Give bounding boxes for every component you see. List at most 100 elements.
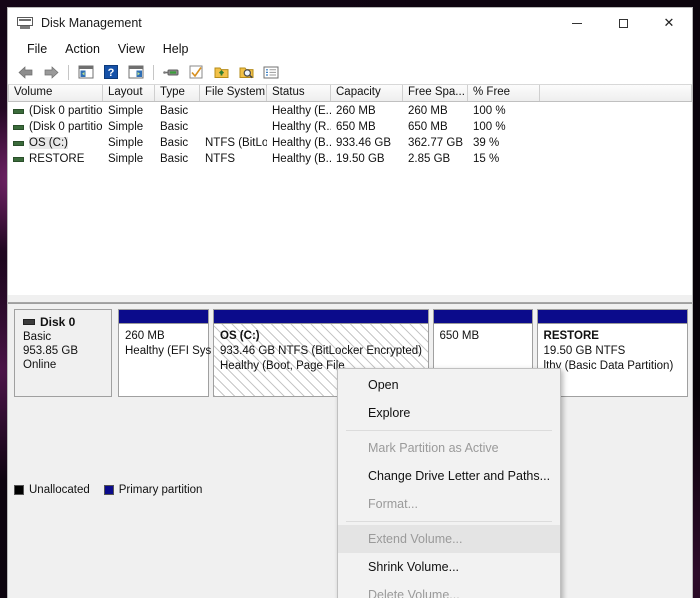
column-header-percent-free[interactable]: % Free [468, 85, 540, 101]
partition-efi[interactable]: 260 MB Healthy (EFI Sys [118, 309, 212, 397]
export-list-icon[interactable] [210, 62, 232, 82]
show-action-pane-icon[interactable] [125, 62, 147, 82]
properties-check-icon[interactable] [185, 62, 207, 82]
partition-label: RESTORE [543, 330, 599, 342]
disk-management-window: Disk Management ✕ File Action View Help … [8, 8, 692, 598]
cell-status: Healthy (E... [272, 105, 331, 117]
menu-file[interactable]: File [18, 40, 56, 58]
cell-volume-label: (Disk 0 partition 1) [29, 105, 103, 117]
column-header-layout[interactable]: Layout [103, 85, 155, 101]
context-menu-item-mark-partition-active: Mark Partition as Active [368, 441, 499, 455]
disk-name: Disk 0 [40, 315, 76, 329]
partition-label: OS (C:) [220, 330, 260, 342]
legend-item-primary-partition: Primary partition [103, 484, 202, 496]
window-title: Disk Management [41, 16, 142, 30]
help-icon[interactable]: ? [100, 62, 122, 82]
context-menu: Open Explore Mark Partition as Active Ch… [337, 368, 561, 598]
cell-layout: Simple [108, 105, 144, 117]
forward-arrow-icon[interactable] [40, 62, 62, 82]
context-menu-item-open[interactable]: Open [338, 371, 560, 399]
minimize-button[interactable] [554, 8, 600, 38]
svg-text:?: ? [108, 67, 115, 79]
column-header-volume[interactable]: Volume [8, 85, 103, 101]
partition-size: 933.46 GB NTFS (BitLocker Encrypted) [220, 345, 422, 357]
column-header-free-space[interactable]: Free Spa... [403, 85, 468, 101]
window-controls: ✕ [554, 8, 692, 38]
cell-type: Basic [160, 153, 189, 165]
disk-type: Basic [23, 331, 52, 343]
rescan-disks-icon[interactable] [160, 62, 182, 82]
toolbar: ? [8, 60, 692, 85]
cell-percent-free: 39 % [473, 137, 500, 149]
disk-info-panel[interactable]: Disk 0 Basic 953.85 GB Online [14, 309, 112, 397]
cell-layout: Simple [108, 121, 144, 133]
partition-header-bar [119, 310, 208, 324]
partition-status: Healthy (EFI Sys [125, 345, 212, 357]
cell-volume-label: OS (C:) [29, 137, 68, 149]
column-header-capacity[interactable]: Capacity [331, 85, 403, 101]
column-header-status[interactable]: Status [267, 85, 331, 101]
close-button[interactable]: ✕ [646, 8, 692, 38]
column-header-type[interactable]: Type [155, 85, 200, 101]
cell-capacity: 260 MB [336, 105, 376, 117]
context-menu-item-change-drive-letter[interactable]: Change Drive Letter and Paths... [338, 462, 560, 490]
table-row[interactable]: OS (C:) Simple Basic NTFS (BitLo... Heal… [8, 135, 692, 151]
partition-status: lthy (Basic Data Partition) [543, 360, 674, 372]
detail-view-icon[interactable] [260, 62, 282, 82]
cell-capacity: 650 MB [336, 121, 376, 133]
menu-action[interactable]: Action [56, 40, 109, 58]
cell-percent-free: 100 % [473, 121, 506, 133]
legend-item-unallocated: Unallocated [14, 484, 90, 496]
cell-layout: Simple [108, 137, 144, 149]
partition-size: 650 MB [439, 330, 480, 342]
partition-header-bar [433, 310, 532, 324]
cell-status: Healthy (B... [272, 137, 331, 149]
legend: Unallocated Primary partition [14, 484, 210, 496]
context-menu-item-extend-volume: Extend Volume... [338, 525, 560, 553]
show-hide-tree-icon[interactable] [75, 62, 97, 82]
volume-list-header: Volume Layout Type File System Status Ca… [8, 85, 692, 102]
menu-bar: File Action View Help [8, 38, 692, 60]
column-header-file-system[interactable]: File System [200, 85, 267, 101]
cell-type: Basic [160, 105, 189, 117]
cell-free-space: 260 MB [408, 105, 448, 117]
disk-status: Online [23, 359, 57, 371]
context-menu-item-explore[interactable]: Explore [338, 399, 560, 427]
table-row[interactable]: (Disk 0 partition 4) Simple Basic Health… [8, 119, 692, 135]
primary-partition-swatch [103, 485, 114, 495]
cell-capacity: 933.46 GB [336, 137, 391, 149]
cell-file-system: NTFS [205, 153, 236, 165]
volume-icon [13, 156, 24, 162]
context-menu-item-delete-volume: Delete Volume... [368, 588, 460, 598]
cell-volume: (Disk 0 partition 4) [8, 121, 103, 133]
pane-splitter[interactable] [8, 294, 692, 303]
toolbar-separator [153, 64, 154, 80]
partition-header-bar [537, 310, 687, 324]
volume-list: Volume Layout Type File System Status Ca… [8, 85, 692, 294]
partition-size: 19.50 GB NTFS [543, 345, 626, 357]
context-menu-separator [346, 430, 552, 431]
toolbar-separator [68, 64, 69, 80]
cell-type: Basic [160, 137, 189, 149]
unallocated-swatch [14, 485, 24, 495]
search-icon[interactable] [235, 62, 257, 82]
cell-file-system: NTFS (BitLo... [205, 137, 267, 149]
cell-status: Healthy (R... [272, 121, 331, 133]
partition-header-bar [214, 310, 428, 324]
context-menu-item-shrink-volume[interactable]: Shrink Volume... [338, 553, 560, 581]
menu-view[interactable]: View [109, 40, 154, 58]
disk-management-icon [17, 15, 33, 31]
disk-title: Disk 0 [23, 315, 111, 329]
disk-icon [23, 319, 35, 325]
menu-help[interactable]: Help [154, 40, 198, 58]
volume-icon [13, 124, 24, 130]
cell-type: Basic [160, 121, 189, 133]
maximize-button[interactable] [600, 8, 646, 38]
volume-icon [13, 108, 24, 114]
cell-percent-free: 100 % [473, 105, 506, 117]
cell-volume-label: RESTORE [29, 153, 85, 165]
table-row[interactable]: RESTORE Simple Basic NTFS Healthy (B... … [8, 151, 692, 167]
context-menu-separator [346, 521, 552, 522]
table-row[interactable]: (Disk 0 partition 1) Simple Basic Health… [8, 103, 692, 119]
back-arrow-icon[interactable] [15, 62, 37, 82]
